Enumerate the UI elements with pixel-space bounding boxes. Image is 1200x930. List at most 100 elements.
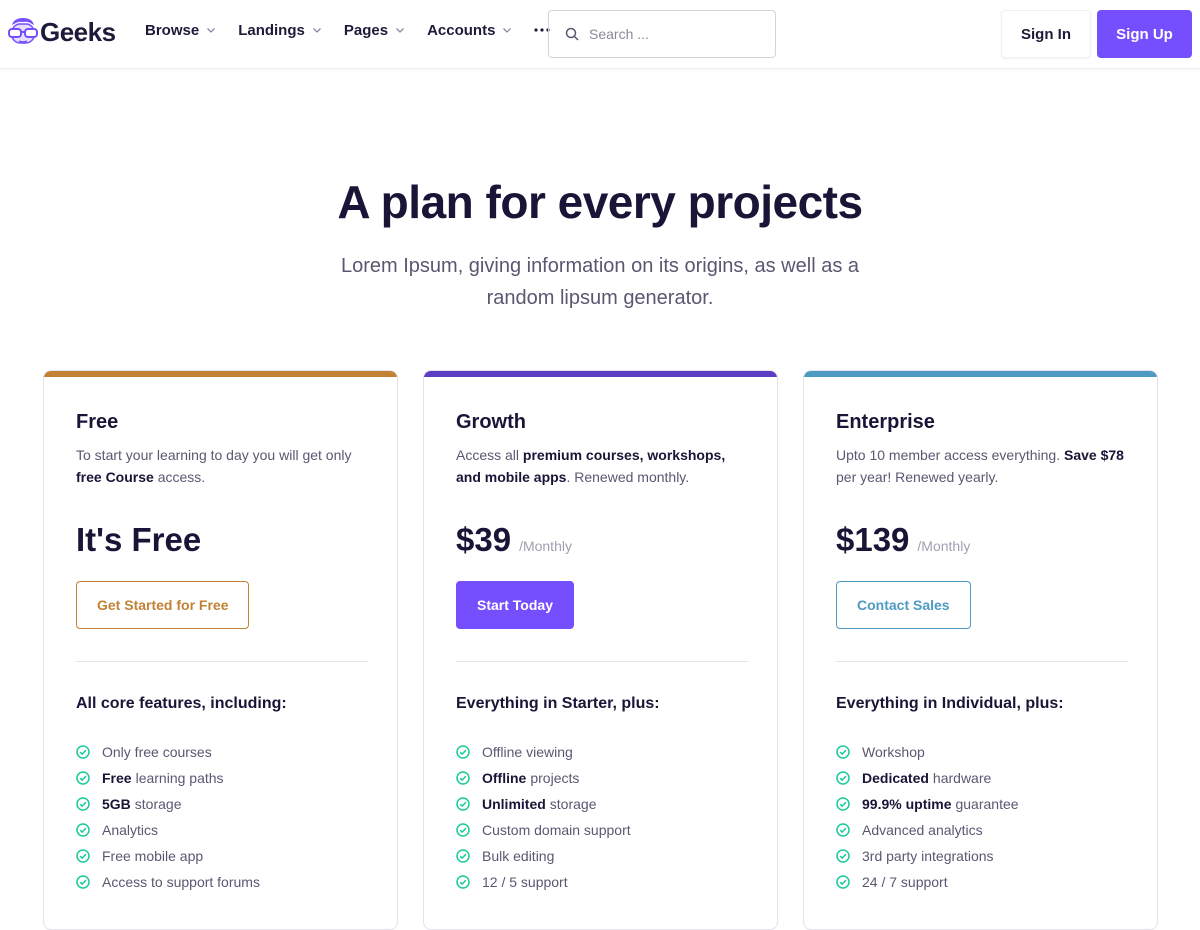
- feature-text: storage: [549, 796, 597, 812]
- pricing-card-free: Free To start your learning to day you w…: [43, 370, 398, 930]
- plan-name: Enterprise: [836, 411, 935, 433]
- feature-item: Offline viewing: [456, 739, 631, 765]
- feature-item: Free learning paths: [76, 765, 260, 791]
- price-row: It's Free: [76, 521, 201, 559]
- feature-item: Offline projects: [456, 765, 631, 791]
- price-row: $39 /Monthly: [456, 521, 572, 559]
- feature-item: 24 / 7 support: [836, 869, 1019, 895]
- chevron-down-icon: [396, 28, 405, 33]
- check-circle-icon: [76, 875, 90, 889]
- sign-up-button[interactable]: Sign Up: [1097, 10, 1192, 58]
- nav-item-accounts[interactable]: Accounts: [427, 22, 512, 39]
- start-today-button[interactable]: Start Today: [456, 581, 574, 629]
- feature-emphasis: Free: [102, 770, 132, 786]
- card-accent-bar: [804, 371, 1157, 377]
- nav-item-label: Landings: [238, 21, 305, 39]
- feature-text: Analytics: [102, 822, 159, 838]
- feature-item: 5GB storage: [76, 791, 260, 817]
- feature-item: Workshop: [836, 739, 1019, 765]
- divider: [456, 661, 748, 662]
- search-input[interactable]: [589, 26, 759, 42]
- plan-description: Upto 10 member access everything. Save $…: [836, 444, 1128, 488]
- divider: [836, 661, 1128, 662]
- plan-name: Growth: [456, 411, 526, 433]
- chevron-down-icon: [207, 28, 216, 33]
- nav-menu: Browse Landings Pages Accounts: [145, 20, 552, 40]
- check-circle-icon: [76, 849, 90, 863]
- brand-name: Geeks: [40, 16, 116, 47]
- feature-text: guarantee: [955, 796, 1019, 812]
- check-circle-icon: [836, 771, 850, 785]
- nav-item-label: Accounts: [427, 21, 496, 39]
- feature-item: Analytics: [76, 817, 260, 843]
- get-started-button[interactable]: Get Started for Free: [76, 581, 250, 629]
- description-emphasis: Save $78: [1064, 447, 1124, 463]
- feature-text: Bulk editing: [482, 848, 555, 864]
- nav-item-landings[interactable]: Landings: [238, 22, 322, 39]
- feature-text: 24 / 7 support: [862, 874, 948, 890]
- feature-text: hardware: [932, 770, 992, 786]
- geek-logo-icon: [8, 18, 38, 44]
- description-text: per year! Renewed yearly.: [836, 469, 999, 485]
- feature-item: Only free courses: [76, 739, 260, 765]
- feature-text: Custom domain support: [482, 822, 631, 838]
- plan-description: To start your learning to day you will g…: [76, 444, 368, 488]
- feature-item: Unlimited storage: [456, 791, 631, 817]
- pricing-card-growth: Growth Access all premium courses, works…: [423, 370, 778, 930]
- feature-item: Advanced analytics: [836, 817, 1019, 843]
- features-title: Everything in Starter, plus:: [456, 695, 660, 712]
- plan-description: Access all premium courses, workshops, a…: [456, 444, 748, 488]
- feature-item: 12 / 5 support: [456, 869, 631, 895]
- feature-text: Offline viewing: [482, 744, 573, 760]
- feature-text: Access to support forums: [102, 874, 260, 890]
- nav-item-pages[interactable]: Pages: [344, 22, 405, 39]
- feature-text: Workshop: [862, 744, 925, 760]
- nav-item-browse[interactable]: Browse: [145, 22, 216, 39]
- chevron-down-icon: [312, 28, 321, 33]
- plan-period: /Monthly: [917, 538, 971, 554]
- card-accent-bar: [44, 371, 397, 377]
- check-circle-icon: [456, 823, 470, 837]
- chevron-down-icon: [503, 28, 512, 33]
- feature-text: learning paths: [135, 770, 224, 786]
- plan-price: $139: [836, 521, 910, 558]
- description-text: . Renewed monthly.: [566, 469, 690, 485]
- brand[interactable]: Geeks: [8, 14, 116, 50]
- features-title: All core features, including:: [76, 695, 287, 712]
- check-circle-icon: [456, 797, 470, 811]
- feature-emphasis: Offline: [482, 770, 527, 786]
- contact-sales-button[interactable]: Contact Sales: [836, 581, 971, 629]
- feature-item: Custom domain support: [456, 817, 631, 843]
- check-circle-icon: [836, 797, 850, 811]
- check-circle-icon: [836, 745, 850, 759]
- search-box: [548, 10, 776, 58]
- feature-text: 12 / 5 support: [482, 874, 568, 890]
- check-circle-icon: [76, 771, 90, 785]
- feature-item: Free mobile app: [76, 843, 260, 869]
- check-circle-icon: [836, 823, 850, 837]
- feature-text: Advanced analytics: [862, 822, 983, 838]
- check-circle-icon: [76, 823, 90, 837]
- feature-list: Workshop Dedicated hardware 99.9% uptime gua…: [836, 739, 1019, 895]
- feature-item: Bulk editing: [456, 843, 631, 869]
- nav-item-label: Pages: [343, 21, 389, 39]
- feature-emphasis: Dedicated: [862, 770, 929, 786]
- description-text: Access all: [456, 447, 523, 463]
- feature-item: 3rd party integrations: [836, 843, 1019, 869]
- search-icon: [565, 27, 579, 41]
- feature-emphasis: 5GB: [102, 796, 131, 812]
- feature-list: Only free courses Free learning paths 5GB st…: [76, 739, 260, 895]
- sign-in-button[interactable]: Sign In: [1001, 10, 1091, 58]
- feature-text: storage: [134, 796, 182, 812]
- navbar: Geeks Browse Landings Pages Accounts Sig…: [0, 0, 1200, 69]
- page-subtitle: Lorem Ipsum, giving information on its o…: [340, 255, 859, 309]
- plan-name: Free: [76, 411, 119, 433]
- check-circle-icon: [456, 875, 470, 889]
- feature-item: Access to support forums: [76, 869, 260, 895]
- check-circle-icon: [456, 771, 470, 785]
- plan-period: /Monthly: [519, 538, 572, 554]
- feature-emphasis: 99.9% uptime: [862, 796, 952, 812]
- feature-text: projects: [530, 770, 580, 786]
- plan-price: It's Free: [76, 521, 202, 558]
- description-text: Upto 10 member access everything.: [836, 447, 1064, 463]
